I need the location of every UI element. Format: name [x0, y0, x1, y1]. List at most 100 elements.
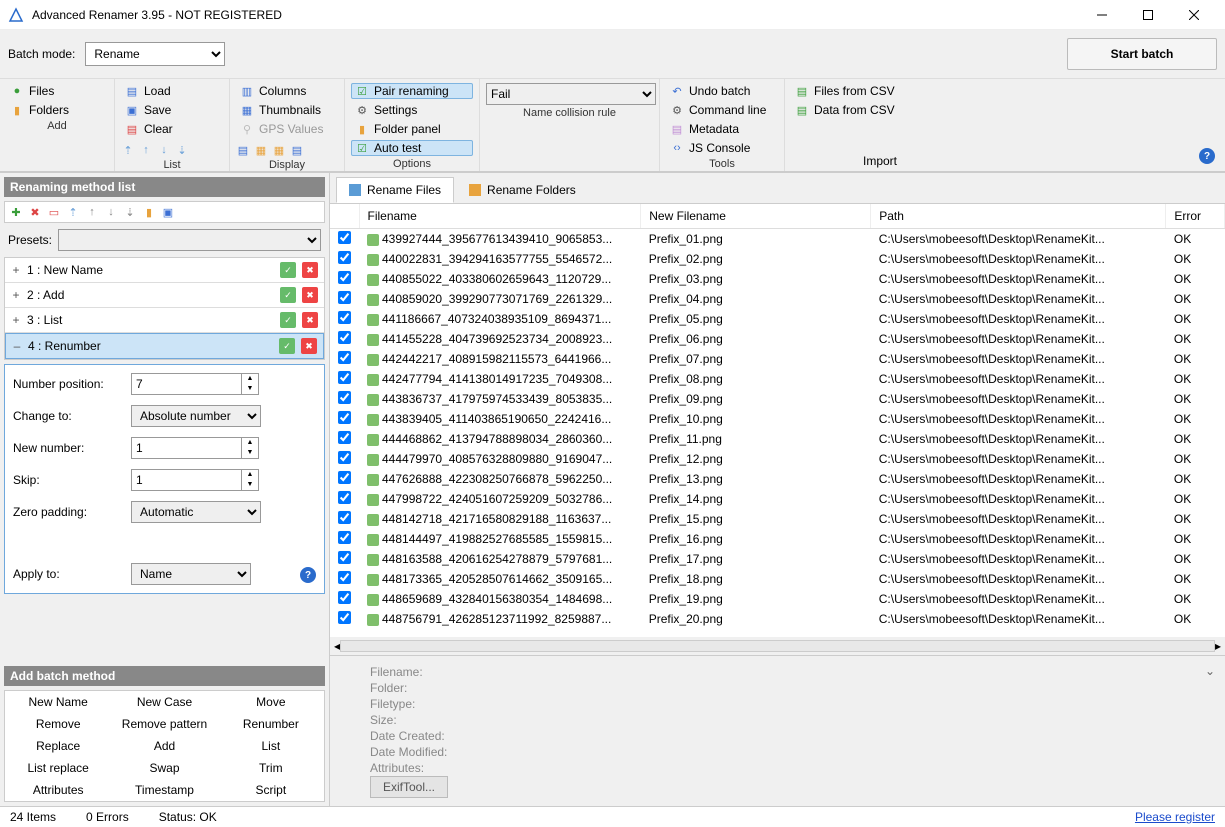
skip-input[interactable] [131, 469, 241, 491]
method-open-icon[interactable]: ▮ [142, 205, 156, 219]
row-checkbox[interactable] [338, 231, 351, 244]
batch-method-list[interactable]: List [218, 735, 324, 757]
options-settings[interactable]: ⚙Settings [351, 102, 473, 118]
table-row[interactable]: 444468862_413794788898034_2860360...Pref… [330, 429, 1225, 449]
close-button[interactable] [1171, 0, 1217, 30]
maximize-button[interactable] [1125, 0, 1171, 30]
row-checkbox[interactable] [338, 471, 351, 484]
tools-metadata[interactable]: ▤Metadata [666, 121, 778, 137]
start-batch-button[interactable]: Start batch [1067, 38, 1217, 70]
delete-icon[interactable]: ✖ [302, 262, 318, 278]
method-top-icon[interactable]: ⇡ [66, 205, 80, 219]
table-row[interactable]: 447626888_422308250766878_5962250...Pref… [330, 469, 1225, 489]
row-checkbox[interactable] [338, 391, 351, 404]
number-position-input[interactable] [131, 373, 241, 395]
sort-3-icon[interactable]: ↓ [157, 143, 171, 157]
list-clear[interactable]: ▤Clear [121, 121, 223, 137]
expand-chevron-icon[interactable]: ⌄ [1205, 664, 1215, 678]
row-checkbox[interactable] [338, 251, 351, 264]
method-record-icon[interactable]: ▭ [47, 205, 61, 219]
batch-method-renumber[interactable]: Renumber [218, 713, 324, 735]
row-checkbox[interactable] [338, 331, 351, 344]
row-checkbox[interactable] [338, 571, 351, 584]
options-folder-panel[interactable]: ▮Folder panel [351, 121, 473, 137]
list-save[interactable]: ▣Save [121, 102, 223, 118]
apply-to-select[interactable]: Name [131, 563, 251, 585]
method-row-list[interactable]: +3 : List✓✖ [5, 308, 324, 333]
row-checkbox[interactable] [338, 531, 351, 544]
options-pair-renaming[interactable]: ☑Pair renaming [351, 83, 473, 99]
minimize-button[interactable] [1079, 0, 1125, 30]
zero-padding-select[interactable]: Automatic [131, 501, 261, 523]
batch-method-list-replace[interactable]: List replace [5, 757, 111, 779]
row-checkbox[interactable] [338, 311, 351, 324]
check-icon[interactable]: ✓ [279, 338, 295, 354]
new-number-input[interactable] [131, 437, 241, 459]
spin-down-icon[interactable]: ▼ [242, 448, 258, 458]
batch-method-new-case[interactable]: New Case [111, 691, 217, 713]
row-checkbox[interactable] [338, 491, 351, 504]
table-row[interactable]: 440859020_399290773071769_2261329...Pref… [330, 289, 1225, 309]
change-to-select[interactable]: Absolute number [131, 405, 261, 427]
check-icon[interactable]: ✓ [280, 262, 296, 278]
tab-rename-files[interactable]: Rename Files [336, 177, 454, 203]
row-checkbox[interactable] [338, 271, 351, 284]
tools-js[interactable]: ‹›JS Console [666, 140, 778, 156]
table-row[interactable]: 448659689_432840156380354_1484698...Pref… [330, 589, 1225, 609]
view-4-icon[interactable]: ▤ [290, 143, 304, 157]
table-row[interactable]: 448144497_419882527685585_1559815...Pref… [330, 529, 1225, 549]
table-row[interactable]: 444479970_408576328809880_9169047...Pref… [330, 449, 1225, 469]
col-error[interactable]: Error [1166, 204, 1225, 229]
table-row[interactable]: 443836737_417975974533439_8053835...Pref… [330, 389, 1225, 409]
table-row[interactable]: 442477794_414138014917235_7049308...Pref… [330, 369, 1225, 389]
table-row[interactable]: 440022831_394294163577755_5546572...Pref… [330, 249, 1225, 269]
batch-method-trim[interactable]: Trim [218, 757, 324, 779]
batch-method-swap[interactable]: Swap [111, 757, 217, 779]
display-gps[interactable]: ⚲GPS Values [236, 121, 338, 137]
batch-method-move[interactable]: Move [218, 691, 324, 713]
row-checkbox[interactable] [338, 591, 351, 604]
col-filename[interactable]: Filename [359, 204, 641, 229]
row-checkbox[interactable] [338, 351, 351, 364]
list-load[interactable]: ▤Load [121, 83, 223, 99]
horizontal-scrollbar[interactable]: ◂▸ [330, 637, 1225, 655]
spin-up-icon[interactable]: ▲ [242, 438, 258, 448]
batch-method-new-name[interactable]: New Name [5, 691, 111, 713]
sort-1-icon[interactable]: ⇡ [121, 143, 135, 157]
add-folders[interactable]: ▮Folders [6, 102, 108, 118]
spin-down-icon[interactable]: ▼ [242, 480, 258, 490]
batch-method-remove-pattern[interactable]: Remove pattern [111, 713, 217, 735]
table-row[interactable]: 448163588_420616254278879_5797681...Pref… [330, 549, 1225, 569]
batch-method-script[interactable]: Script [218, 779, 324, 801]
batch-method-attributes[interactable]: Attributes [5, 779, 111, 801]
sort-4-icon[interactable]: ⇣ [175, 143, 189, 157]
batch-mode-select[interactable]: Rename [85, 42, 225, 66]
table-row[interactable]: 448142718_421716580829188_1163637...Pref… [330, 509, 1225, 529]
row-checkbox[interactable] [338, 451, 351, 464]
presets-select[interactable] [58, 229, 321, 251]
import-files-csv[interactable]: ▤Files from CSV [791, 83, 1219, 99]
row-checkbox[interactable] [338, 511, 351, 524]
row-checkbox[interactable] [338, 291, 351, 304]
display-thumbnails[interactable]: ▦Thumbnails [236, 102, 338, 118]
method-bottom-icon[interactable]: ⇣ [123, 205, 137, 219]
spin-up-icon[interactable]: ▲ [242, 470, 258, 480]
row-checkbox[interactable] [338, 551, 351, 564]
table-row[interactable]: 439927444_395677613439410_9065853...Pref… [330, 229, 1225, 250]
batch-method-timestamp[interactable]: Timestamp [111, 779, 217, 801]
delete-icon[interactable]: ✖ [302, 312, 318, 328]
method-up-icon[interactable]: ↑ [85, 205, 99, 219]
batch-method-add[interactable]: Add [111, 735, 217, 757]
table-row[interactable]: 441186667_407324038935109_8694371...Pref… [330, 309, 1225, 329]
add-files[interactable]: ●Files [6, 83, 108, 99]
row-checkbox[interactable] [338, 611, 351, 624]
exiftool-button[interactable]: ExifTool... [370, 776, 448, 798]
row-checkbox[interactable] [338, 431, 351, 444]
row-checkbox[interactable] [338, 411, 351, 424]
scroll-right-icon[interactable]: ▸ [1215, 639, 1221, 653]
col-new-filename[interactable]: New Filename [641, 204, 871, 229]
view-3-icon[interactable]: ▦ [272, 143, 286, 157]
check-icon[interactable]: ✓ [280, 312, 296, 328]
check-icon[interactable]: ✓ [280, 287, 296, 303]
batch-method-replace[interactable]: Replace [5, 735, 111, 757]
